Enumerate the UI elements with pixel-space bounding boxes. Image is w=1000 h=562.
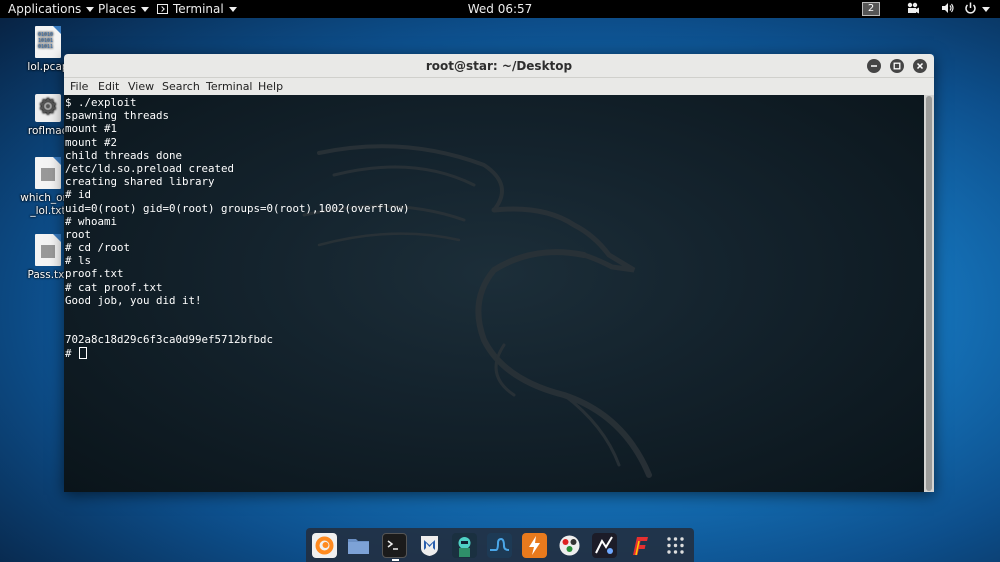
menu-search[interactable]: Search [162,79,200,94]
maltego-icon[interactable] [557,533,582,558]
terminal-menubar: File Edit View Search Terminal Help [64,78,934,95]
terminal-line: mount #1 [65,122,118,136]
window-title: root@star: ~/Desktop [425,59,573,73]
maximize-button[interactable] [890,59,904,73]
text-file-icon [35,234,61,266]
terminal-icon[interactable] [382,533,407,561]
video-camera-icon[interactable] [906,1,920,17]
terminal-line: child threads done [65,148,183,162]
menu-terminal[interactable]: Terminal [206,79,253,94]
terminal-line: proof.txt [65,267,124,281]
text-file-icon [35,157,61,189]
dock [306,528,694,562]
beef-icon[interactable] [592,533,617,558]
top-panel: Applications Places Terminal Wed 06:57 2 [0,0,1000,18]
clock[interactable]: Wed 06:57 [0,1,1000,17]
terminal-line: $ ./exploit [65,96,137,109]
terminal-line: mount #2 [65,135,118,149]
terminal-line: 702a8c18d29c6f3ca0d99ef5712bfbdc [65,333,274,347]
menu-help[interactable]: Help [258,79,283,94]
terminal-window[interactable]: root@star: ~/Desktop File Edit View Sear… [64,54,934,492]
scrollbar-thumb[interactable] [926,96,932,491]
terminal-scrollbar[interactable] [924,95,934,492]
binary-file-icon: 01010 10101 01011 [35,26,61,58]
terminal-line: # id [65,188,92,202]
close-button[interactable] [913,59,927,73]
app-grid-icon[interactable] [663,533,688,558]
window-titlebar[interactable]: root@star: ~/Desktop [64,54,934,78]
terminal-cursor [79,346,88,359]
burpsuite-icon[interactable] [522,533,547,558]
terminal-line: # ls [65,254,92,268]
gear-icon: ⚙ [35,94,61,122]
files-icon[interactable] [346,533,371,558]
armitage-icon[interactable] [452,533,477,558]
minimize-button[interactable] [867,59,881,73]
power-icon[interactable] [964,1,977,17]
menu-view[interactable]: View [128,79,154,94]
close-icon [916,62,924,70]
firefox-icon[interactable] [312,533,337,558]
terminal-line: Good job, you did it! [65,293,202,307]
menu-file[interactable]: File [70,79,88,94]
terminal-line: spawning threads [65,109,170,123]
chevron-down-icon[interactable] [982,1,990,17]
faraday-icon[interactable] [627,533,652,558]
terminal-output-area[interactable]: $ ./exploit spawning threads mount #1 mount… [64,95,924,492]
workspace-indicator[interactable]: 2 [862,2,880,16]
minimize-icon [871,65,877,67]
terminal-line: # [65,346,915,360]
terminal-line: creating shared library [65,175,215,189]
terminal-line: # cd /root [65,241,131,255]
terminal-line: # cat proof.txt [65,280,163,294]
maximize-icon [893,62,901,70]
terminal-lines: $ ./exploit spawning threads mount #1 mount… [65,96,915,360]
metasploit-icon[interactable] [417,533,442,558]
terminal-line: # whoami [65,214,118,228]
volume-icon[interactable] [941,1,955,17]
terminal-line: uid=0(root) gid=0(root) groups=0(root),1… [65,201,410,215]
menu-edit[interactable]: Edit [98,79,119,94]
terminal-line: /etc/ld.so.preload created [65,161,235,175]
wireshark-icon[interactable] [487,533,512,558]
terminal-line: root [65,227,92,241]
